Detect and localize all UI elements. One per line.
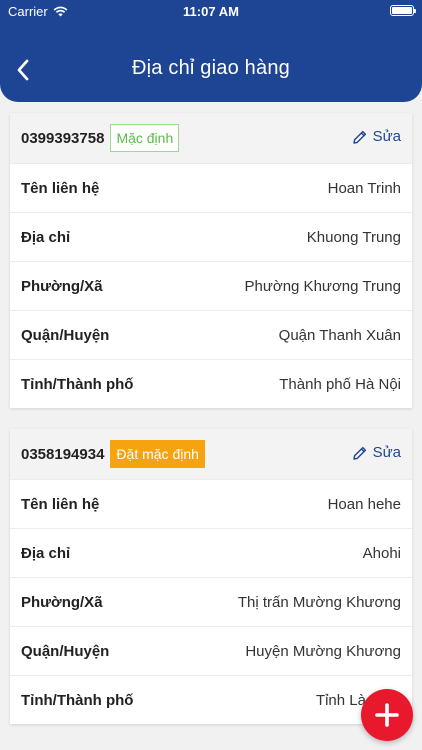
contact-name-row: Tên liên hệ Hoan Trinh bbox=[10, 163, 412, 212]
address-card-header: 0358194934 Đặt mặc định Sửa bbox=[10, 429, 412, 479]
row-value: Huyện Mường Khương bbox=[245, 642, 401, 660]
row-value: Khuong Trung bbox=[306, 228, 401, 246]
edit-label: Sửa bbox=[372, 444, 401, 461]
edit-label: Sửa bbox=[372, 128, 401, 145]
pencil-icon bbox=[352, 446, 366, 460]
plus-icon bbox=[375, 703, 399, 727]
address-card-header: 0399393758 Mặc định Sửa bbox=[10, 113, 412, 163]
row-label: Quận/Huyện bbox=[21, 642, 110, 660]
row-value: Quận Thanh Xuân bbox=[278, 326, 401, 344]
row-value: Hoan hehe bbox=[327, 495, 401, 513]
province-row: Tỉnh/Thành phố Tỉnh Lào Cai bbox=[10, 675, 412, 724]
row-value: Thị trấn Mường Khương bbox=[237, 593, 401, 611]
address-row: Địa chỉ Ahohi bbox=[10, 528, 412, 577]
contact-name-row: Tên liên hệ Hoan hehe bbox=[10, 479, 412, 528]
ward-row: Phường/Xã Thị trấn Mường Khương bbox=[10, 577, 412, 626]
set-default-button[interactable]: Đặt mặc định bbox=[110, 440, 205, 468]
row-label: Tỉnh/Thành phố bbox=[21, 375, 134, 393]
phone-number: 0358194934 bbox=[21, 445, 105, 463]
address-card: 0399393758 Mặc định Sửa Tên liên hệ Hoan… bbox=[10, 113, 412, 408]
default-badge: Mặc định bbox=[110, 124, 180, 152]
row-label: Phường/Xã bbox=[21, 277, 103, 295]
add-address-button[interactable] bbox=[361, 689, 413, 741]
pencil-icon bbox=[352, 130, 366, 144]
row-value: Phường Khương Trung bbox=[244, 277, 401, 295]
row-label: Tên liên hệ bbox=[21, 179, 100, 197]
page-title: Địa chỉ giao hàng bbox=[132, 57, 290, 79]
status-time: 11:07 AM bbox=[183, 4, 239, 19]
row-label: Địa chỉ bbox=[21, 228, 71, 246]
row-value: Thành phố Hà Nội bbox=[279, 375, 401, 393]
province-row: Tỉnh/Thành phố Thành phố Hà Nội bbox=[10, 359, 412, 408]
status-bar: Carrier 11:07 AM bbox=[0, 0, 422, 22]
ward-row: Phường/Xã Phường Khương Trung bbox=[10, 261, 412, 310]
row-label: Địa chỉ bbox=[21, 544, 71, 562]
address-card: 0358194934 Đặt mặc định Sửa Tên liên hệ … bbox=[10, 429, 412, 724]
district-row: Quận/Huyện Quận Thanh Xuân bbox=[10, 310, 412, 359]
row-label: Tỉnh/Thành phố bbox=[21, 691, 134, 709]
edit-button[interactable]: Sửa bbox=[352, 128, 401, 145]
app-header: Carrier 11:07 AM Địa chỉ giao hàng bbox=[0, 0, 422, 102]
battery-icon bbox=[390, 5, 416, 16]
district-row: Quận/Huyện Huyện Mường Khương bbox=[10, 626, 412, 675]
phone-number: 0399393758 bbox=[21, 129, 105, 147]
row-value: Hoan Trinh bbox=[327, 179, 401, 197]
row-label: Phường/Xã bbox=[21, 593, 103, 611]
row-label: Tên liên hệ bbox=[21, 495, 100, 513]
edit-button[interactable]: Sửa bbox=[352, 444, 401, 461]
row-label: Quận/Huyện bbox=[21, 326, 110, 344]
address-row: Địa chỉ Khuong Trung bbox=[10, 212, 412, 261]
row-value: Ahohi bbox=[362, 544, 401, 562]
